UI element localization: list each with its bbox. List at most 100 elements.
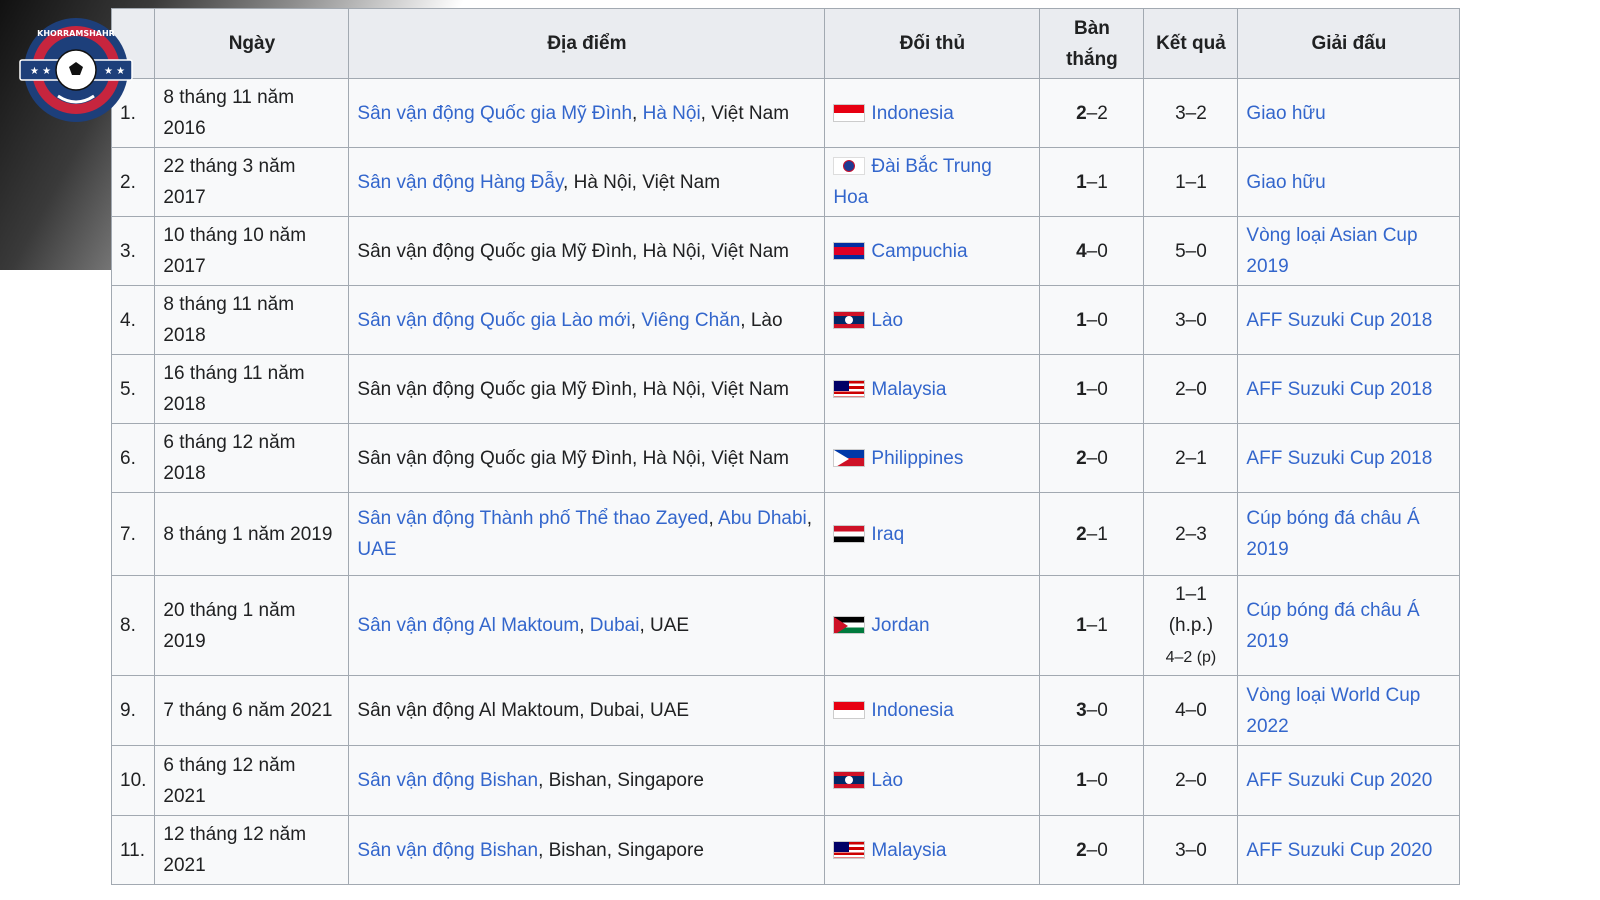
city-link[interactable]: Hà Nội: [643, 103, 701, 124]
competition: AFF Suzuki Cup 2018: [1237, 285, 1461, 355]
venue-link[interactable]: Sân vận động Hàng Đẫy: [357, 172, 563, 193]
competition: Giao hữu: [1237, 78, 1461, 148]
goal-rest: –0: [1086, 770, 1108, 791]
result-extra-time: (h.p.): [1168, 615, 1214, 636]
final-result: 2–3: [1143, 492, 1239, 576]
match-date: 20 tháng 1 năm 2019: [154, 575, 350, 676]
opponent-link[interactable]: Lào: [871, 310, 903, 331]
venue-rest: , Việt Nam: [700, 102, 790, 124]
opponent: Malaysia: [824, 815, 1041, 885]
header-result: Kết quả: [1143, 8, 1239, 79]
opponent-link[interactable]: Campuchia: [871, 241, 967, 262]
result-score: 1–1: [1175, 171, 1207, 193]
opponent-link[interactable]: Indonesia: [871, 103, 953, 124]
competition-year-link[interactable]: 2022: [1246, 716, 1288, 737]
goal-highlight: 2: [1076, 523, 1087, 545]
competition: Vòng loại Asian Cup 2019: [1237, 216, 1461, 286]
venue-link[interactable]: Sân vận động Bishan: [357, 770, 538, 791]
result-score: 2–3: [1175, 523, 1207, 545]
header-competition: Giải đấu: [1237, 8, 1461, 79]
venue-link[interactable]: Sân vận động Bishan: [357, 840, 538, 861]
jordan-flag: [833, 616, 866, 634]
competition-link[interactable]: AFF Suzuki Cup 2020: [1246, 770, 1432, 791]
goal-score: 1–1: [1039, 575, 1145, 676]
opponent-link[interactable]: Malaysia: [871, 840, 946, 861]
competition-link[interactable]: Vòng loại Asian Cup: [1246, 225, 1417, 246]
goal-score: 4–0: [1039, 216, 1145, 286]
final-result: 4–0: [1143, 675, 1239, 746]
goal-score: 1–0: [1039, 745, 1145, 816]
venue-separator: ,: [579, 615, 590, 636]
venue-separator: ,: [630, 309, 642, 331]
date-text: 16 tháng 11 năm: [163, 363, 305, 384]
final-result: 3–0: [1143, 285, 1239, 355]
venue: Sân vận động Al Maktoum, Dubai, UAE: [348, 575, 826, 676]
table-row: 4. 8 tháng 11 năm 2018 Sân vận động Quốc gi…: [110, 285, 1461, 355]
competition: AFF Suzuki Cup 2020: [1237, 745, 1461, 816]
row-number: 6.: [110, 423, 156, 493]
date-year: 2018: [163, 463, 206, 484]
venue: Sân vận động Quốc gia Mỹ Đình, Hà Nội, V…: [348, 423, 826, 493]
result-score: 4–0: [1175, 700, 1207, 721]
competition-link[interactable]: Giao hữu: [1246, 172, 1325, 193]
opponent: Malaysia: [824, 354, 1041, 424]
result-score: 3–2: [1175, 102, 1207, 124]
venue-link[interactable]: Sân vận động Al Maktoum: [357, 615, 579, 636]
table-row: 7. 8 tháng 1 năm 2019 Sân vận động Thành p…: [110, 492, 1461, 576]
header-opponent: Đối thủ: [824, 8, 1041, 79]
opponent-link[interactable]: Indonesia: [871, 700, 953, 721]
row-number: 3.: [110, 216, 156, 286]
goal-highlight: 3: [1076, 700, 1087, 721]
goal-highlight: 1: [1076, 171, 1087, 193]
row-number: 7.: [110, 492, 156, 576]
final-result: 5–0: [1143, 216, 1239, 286]
venue: Sân vận động Quốc gia Lào mới, Viêng Chă…: [348, 285, 826, 355]
svg-text:★ ★: ★ ★: [30, 66, 51, 77]
competition-link[interactable]: AFF Suzuki Cup 2020: [1246, 840, 1432, 861]
competition-link[interactable]: Cúp bóng đá châu Á: [1246, 508, 1419, 529]
match-date: 8 tháng 1 năm 2019: [154, 492, 350, 576]
final-result: 2–0: [1143, 354, 1239, 424]
laos-flag: [833, 771, 866, 789]
final-result: 1–1: [1143, 147, 1239, 217]
goal-rest: –1: [1086, 171, 1108, 193]
venue-link[interactable]: Sân vận động Quốc gia Lào mới: [357, 310, 630, 331]
venue-link[interactable]: Sân vận động Quốc gia Mỹ Đình: [357, 103, 632, 124]
table-row: 3. 10 tháng 10 năm 2017 Sân vận động Quốc g…: [110, 216, 1461, 286]
goal-rest: –2: [1086, 102, 1108, 124]
result-score: 3–0: [1175, 839, 1207, 861]
match-date: 6 tháng 12 năm 2018: [154, 423, 350, 493]
svg-text:★ ★: ★ ★: [104, 66, 125, 77]
table-row: 10. 6 tháng 12 năm 2021 Sân vận động Bishan…: [110, 745, 1461, 816]
competition-link[interactable]: AFF Suzuki Cup 2018: [1246, 448, 1432, 469]
competition-year-link[interactable]: 2019: [1246, 631, 1288, 652]
country-link[interactable]: UAE: [357, 539, 396, 560]
match-date: 8 tháng 11 năm 2016: [154, 78, 350, 148]
city-link[interactable]: Dubai: [590, 615, 640, 636]
date-year: 2018: [163, 325, 206, 346]
competition-year-link[interactable]: 2019: [1246, 539, 1288, 560]
competition-link[interactable]: Giao hữu: [1246, 103, 1325, 124]
opponent-link[interactable]: Jordan: [871, 615, 929, 636]
opponent-link[interactable]: Malaysia: [871, 379, 946, 400]
date-year: 2019: [163, 630, 206, 652]
competition-link[interactable]: AFF Suzuki Cup 2018: [1246, 310, 1432, 331]
venue-rest: ,: [806, 508, 813, 529]
competition-link[interactable]: Vòng loại World Cup: [1246, 685, 1420, 706]
city-link[interactable]: Viêng Chăn: [641, 310, 740, 331]
venue: Sân vận động Quốc gia Mỹ Đình, Hà Nội, V…: [348, 78, 826, 148]
competition-link[interactable]: AFF Suzuki Cup 2018: [1246, 379, 1432, 400]
venue-link[interactable]: Sân vận động Thành phố Thể thao Zayed: [357, 508, 708, 529]
table-row: 1. 8 tháng 11 năm 2016 Sân vận động Quốc gi…: [110, 78, 1461, 148]
competition-link[interactable]: Cúp bóng đá châu Á: [1246, 600, 1419, 621]
city-link[interactable]: Abu Dhabi: [718, 508, 807, 529]
venue-rest: Sân vận động Al Maktoum, Dubai, UAE: [357, 700, 690, 721]
competition: Vòng loại World Cup 2022: [1237, 675, 1461, 746]
competition-year-link[interactable]: 2019: [1246, 256, 1288, 277]
opponent-link[interactable]: Iraq: [871, 524, 904, 545]
result-score: 3–0: [1175, 309, 1207, 331]
row-number: 11.: [110, 815, 156, 885]
opponent-link[interactable]: Lào: [871, 770, 903, 791]
result-score: 2–0: [1175, 378, 1207, 400]
opponent-link[interactable]: Philippines: [871, 448, 963, 469]
